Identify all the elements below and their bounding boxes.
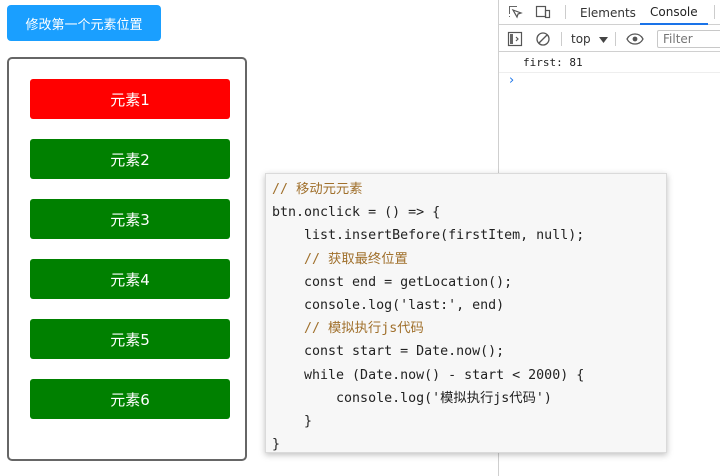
code-line: // 模拟执行js代码	[272, 321, 424, 337]
list-item-2: 元素2	[30, 139, 230, 179]
console-prompt-icon[interactable]: ›	[509, 73, 514, 88]
code-snippet-popup: // 移动元元素 btn.onclick = () => { list.inse…	[265, 173, 667, 453]
clear-console-icon[interactable]	[535, 31, 551, 47]
devtools-tab-bar: Elements Console	[499, 0, 720, 25]
code-line: console.log('模拟执行js代码')	[272, 390, 552, 406]
context-label: top	[571, 32, 591, 46]
sidebar-toggle-icon[interactable]	[507, 31, 523, 47]
code-line: const start = Date.now();	[272, 344, 505, 360]
chevron-down-icon	[598, 32, 608, 46]
device-toolbar-icon[interactable]	[535, 4, 551, 20]
code-line: }	[272, 437, 281, 453]
code-line: // 移动元元素	[272, 182, 363, 197]
code-line: }	[272, 413, 313, 429]
toolbar-divider	[714, 5, 715, 19]
toolbar-divider	[615, 32, 616, 46]
list-item-5: 元素5	[30, 319, 230, 359]
element-list-container: 元素1 元素2 元素3 元素4 元素5 元素6	[7, 57, 247, 461]
code-line: list.insertBefore(firstItem, null);	[272, 228, 585, 244]
code-line: // 获取最终位置	[272, 251, 408, 267]
tab-elements[interactable]: Elements	[580, 0, 636, 25]
list-item-3: 元素3	[30, 199, 230, 239]
filter-input[interactable]	[657, 30, 720, 48]
console-log-line: first: 81	[499, 53, 720, 73]
code-line: console.log('last:', end)	[272, 297, 505, 313]
code-line: btn.onclick = () => {	[272, 205, 441, 221]
list-item-1: 元素1	[30, 79, 230, 119]
toolbar-divider	[561, 32, 562, 46]
list-item-4: 元素4	[30, 259, 230, 299]
code-line: while (Date.now() - start < 2000) {	[272, 367, 585, 383]
modify-first-element-button[interactable]: 修改第一个元素位置	[7, 5, 161, 41]
context-selector[interactable]: top	[571, 30, 608, 48]
eye-icon[interactable]	[626, 31, 644, 47]
list-item-6: 元素6	[30, 379, 230, 419]
console-toolbar: top	[499, 26, 720, 52]
inspect-element-icon[interactable]	[507, 4, 523, 20]
code-line: const end = getLocation();	[272, 274, 513, 290]
toolbar-divider	[565, 5, 566, 19]
tab-console[interactable]: Console	[640, 0, 708, 25]
